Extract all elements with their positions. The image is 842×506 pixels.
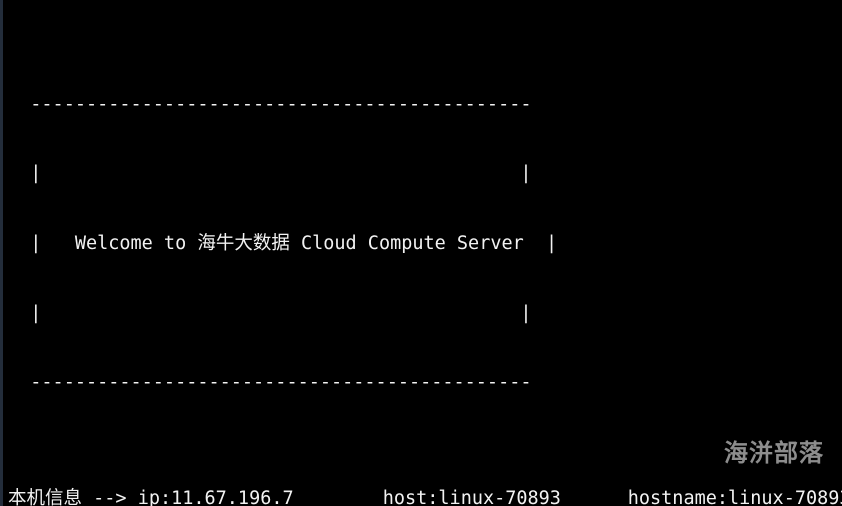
banner-bottom-rule: ----------------------------------------… [8, 372, 532, 394]
banner-blank-top: | | [8, 163, 532, 185]
banner-blank-bottom: | | [8, 302, 532, 324]
system-info-line: 本机信息 --> ip:11.67.196.7 host:linux-70893… [8, 488, 842, 506]
banner-top-rule: ----------------------------------------… [8, 93, 532, 115]
terminal-window[interactable]: ----------------------------------------… [0, 0, 842, 506]
banner-welcome-line: | Welcome to 海牛大数据 Cloud Compute Server … [8, 233, 558, 254]
terminal-screen[interactable]: ----------------------------------------… [8, 0, 842, 506]
